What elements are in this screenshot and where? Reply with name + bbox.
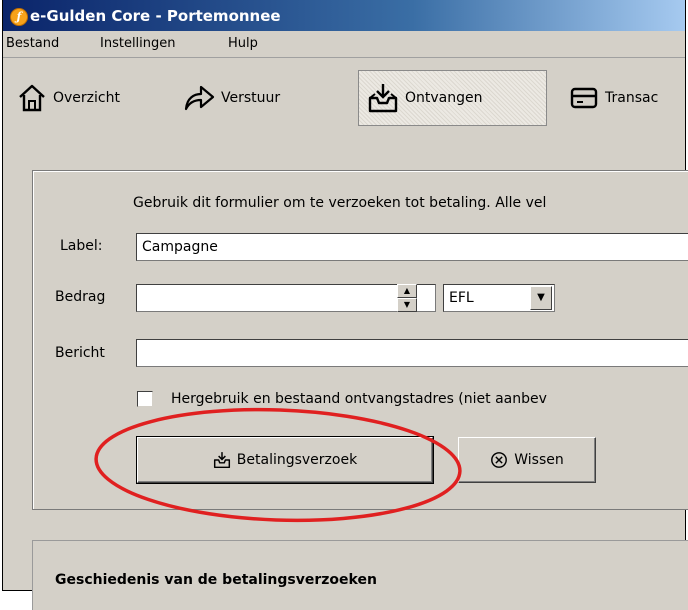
menu-bar: Bestand Instellingen Hulp xyxy=(3,31,685,57)
spin-down-icon[interactable]: ▼ xyxy=(397,298,417,312)
payment-request-button[interactable]: Betalingsverzoek xyxy=(136,436,434,484)
tab-send-label: Verstuur xyxy=(221,90,281,106)
label-field-label: Label: xyxy=(60,238,103,254)
history-title: Geschiedenis van de betalingsverzoeken xyxy=(55,572,377,588)
clear-x-circle-icon xyxy=(491,452,508,468)
tab-receive[interactable]: Ontvangen xyxy=(358,70,547,126)
message-input[interactable] xyxy=(136,339,688,367)
message-field-label: Bericht xyxy=(55,345,105,361)
chevron-down-icon[interactable]: ▼ xyxy=(530,286,552,310)
amount-field-label: Bedrag xyxy=(55,289,106,305)
tab-overview[interactable]: Overzicht xyxy=(17,78,120,118)
tab-send[interactable]: Verstuur xyxy=(183,78,280,118)
clear-button[interactable]: Wissen xyxy=(458,437,596,483)
tab-receive-label: Ontvangen xyxy=(405,90,483,106)
label-input[interactable]: Campagne xyxy=(136,233,688,261)
receive-inbox-icon xyxy=(368,84,398,113)
egulden-logo-icon: ƒ xyxy=(10,8,28,26)
reuse-address-label: Hergebruik en bestaand ontvangstadres (n… xyxy=(171,391,547,407)
reuse-address-checkbox[interactable] xyxy=(137,391,153,407)
tab-transactions[interactable]: Transac xyxy=(569,78,658,118)
menu-hulp[interactable]: Hulp xyxy=(228,36,258,51)
toolbar: Overzicht Verstuur Ontvangen Transac xyxy=(3,57,685,134)
spin-up-icon[interactable]: ▲ xyxy=(397,284,417,298)
menu-instellingen[interactable]: Instellingen xyxy=(100,36,176,51)
transactions-card-icon xyxy=(570,87,598,109)
receive-inbox-icon xyxy=(213,452,230,469)
amount-spinner[interactable]: ▲ ▼ xyxy=(397,284,417,312)
tab-transactions-label: Transac xyxy=(605,90,659,106)
payment-request-label: Betalingsverzoek xyxy=(236,452,358,468)
clear-button-label: Wissen xyxy=(514,452,564,468)
amount-input[interactable] xyxy=(136,284,436,312)
menu-bestand[interactable]: Bestand xyxy=(6,36,59,51)
home-icon xyxy=(19,84,45,112)
window-title: e-Gulden Core - Portemonnee xyxy=(30,7,281,25)
tab-overview-label: Overzicht xyxy=(53,90,120,106)
form-intro-text: Gebruik dit formulier om te verzoeken to… xyxy=(133,195,547,211)
title-bar: ƒ e-Gulden Core - Portemonnee xyxy=(3,0,685,31)
send-arrow-icon xyxy=(184,85,215,111)
